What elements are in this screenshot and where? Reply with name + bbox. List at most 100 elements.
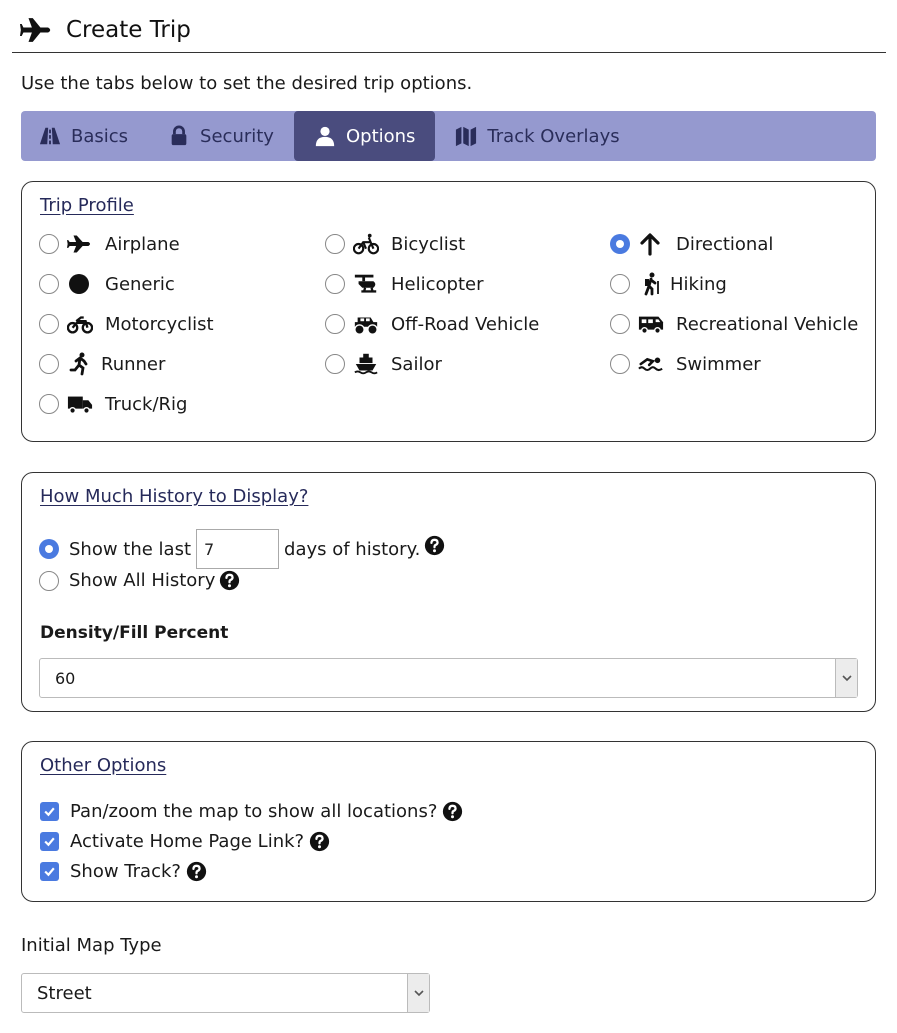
circle-icon xyxy=(69,274,89,294)
tab-label: Options xyxy=(345,125,416,147)
helicopter-icon xyxy=(354,274,377,293)
profile-option-helicopter[interactable]: Helicopter xyxy=(325,271,483,297)
home-page-link-label: Activate Home Page Link? xyxy=(70,831,305,852)
motorcycle-icon xyxy=(67,316,93,334)
days-input[interactable] xyxy=(196,529,280,569)
show-last-suffix: days of history. xyxy=(284,538,421,560)
tab-label: Security xyxy=(200,125,274,147)
chevron-down-icon xyxy=(413,990,424,997)
pan-zoom-label: Pan/zoom the map to show all locations? xyxy=(70,801,438,822)
help-icon[interactable] xyxy=(309,831,330,852)
truck-icon xyxy=(67,396,93,414)
home-page-link-checkbox[interactable] xyxy=(40,832,59,851)
radio-button[interactable] xyxy=(39,234,59,254)
show-all-row: Show All History xyxy=(39,570,240,591)
radio-button[interactable] xyxy=(610,314,630,334)
density-select[interactable]: 60 xyxy=(39,658,858,698)
radio-button[interactable] xyxy=(39,314,59,334)
profile-option-hiking[interactable]: Hiking xyxy=(610,271,727,297)
page-title: Create Trip xyxy=(66,17,191,43)
tab-label: Track Overlays xyxy=(487,125,620,147)
option-show-track: Show Track? xyxy=(40,861,207,882)
density-dropdown-arrow[interactable] xyxy=(835,659,857,697)
profile-option-bicyclist[interactable]: Bicyclist xyxy=(325,231,465,257)
checkmark-icon xyxy=(44,807,55,817)
radio-button[interactable] xyxy=(610,354,630,374)
tab-track-overlays[interactable]: Track Overlays xyxy=(435,111,637,161)
radio-button[interactable] xyxy=(610,274,630,294)
history-panel: How Much History to Display? Show the la… xyxy=(21,472,876,712)
map-type-select[interactable]: Street xyxy=(21,973,430,1013)
profile-option-sailor[interactable]: Sailor xyxy=(325,351,442,377)
chevron-down-icon xyxy=(841,675,852,682)
radio-button[interactable] xyxy=(610,234,630,254)
help-icon[interactable] xyxy=(219,570,240,591)
show-all-label: Show All History xyxy=(69,570,216,591)
show-last-radio[interactable] xyxy=(39,539,59,559)
intro-text: Use the tabs below to set the desired tr… xyxy=(21,73,473,94)
road-icon xyxy=(39,127,61,145)
tab-basics[interactable]: Basics xyxy=(21,111,148,161)
map-type-dropdown-arrow[interactable] xyxy=(407,974,429,1012)
tab-options[interactable]: Options xyxy=(293,111,436,161)
profile-option-swimmer[interactable]: Swimmer xyxy=(610,351,761,377)
map-icon xyxy=(456,126,477,147)
profile-option-off-road-vehicle[interactable]: Off-Road Vehicle xyxy=(325,311,539,337)
tab-bar: Basics Security Options Track Overlays xyxy=(21,111,876,161)
profile-label: Truck/Rig xyxy=(105,393,188,415)
profile-option-directional[interactable]: Directional xyxy=(610,231,773,257)
density-label: Density/Fill Percent xyxy=(40,623,229,643)
rv-icon xyxy=(638,316,664,334)
radio-button[interactable] xyxy=(39,274,59,294)
show-track-label: Show Track? xyxy=(70,861,181,882)
show-track-checkbox[interactable] xyxy=(40,862,59,881)
profile-label: Directional xyxy=(676,233,774,255)
profile-option-motorcyclist[interactable]: Motorcyclist xyxy=(39,311,214,337)
help-icon[interactable] xyxy=(442,801,463,822)
profile-label: Swimmer xyxy=(676,353,761,375)
show-all-radio[interactable] xyxy=(39,570,59,591)
profile-label: Helicopter xyxy=(391,273,484,295)
runner-icon xyxy=(69,352,88,376)
show-last-row: Show the last days of history. xyxy=(39,529,445,569)
profile-option-recreational-vehicle[interactable]: Recreational Vehicle xyxy=(610,311,858,337)
option-pan-zoom: Pan/zoom the map to show all locations? xyxy=(40,801,463,822)
profile-label: Hiking xyxy=(670,273,727,295)
arrow-up-icon xyxy=(640,233,660,256)
radio-button[interactable] xyxy=(325,354,345,374)
radio-button[interactable] xyxy=(325,234,345,254)
profile-option-runner[interactable]: Runner xyxy=(39,351,165,377)
help-icon[interactable] xyxy=(186,861,207,882)
help-icon[interactable] xyxy=(424,535,445,556)
profile-label: Off-Road Vehicle xyxy=(391,313,540,335)
map-type-value: Street xyxy=(37,982,92,1004)
radio-button[interactable] xyxy=(39,394,59,414)
map-type-label: Initial Map Type xyxy=(21,935,162,956)
profile-option-truck-rig[interactable]: Truck/Rig xyxy=(39,391,187,417)
history-title: How Much History to Display? xyxy=(40,486,309,507)
radio-button[interactable] xyxy=(39,354,59,374)
hiking-icon xyxy=(644,272,659,296)
other-options-panel: Other Options Pan/zoom the map to show a… xyxy=(21,741,876,902)
other-options-title: Other Options xyxy=(40,755,167,776)
user-icon xyxy=(315,126,335,147)
page-header: Create Trip xyxy=(12,8,886,53)
lock-icon xyxy=(171,125,187,146)
show-last-prefix: Show the last xyxy=(69,538,192,560)
profile-label: Bicyclist xyxy=(391,233,466,255)
radio-button[interactable] xyxy=(325,314,345,334)
pan-zoom-checkbox[interactable] xyxy=(40,802,59,821)
airplane-icon xyxy=(20,18,51,42)
profile-label: Generic xyxy=(105,273,175,295)
profile-label: Airplane xyxy=(105,233,180,255)
radio-button[interactable] xyxy=(325,274,345,294)
density-value: 60 xyxy=(55,668,76,688)
profile-label: Recreational Vehicle xyxy=(676,313,859,335)
profile-option-generic[interactable]: Generic xyxy=(39,271,175,297)
trip-profile-panel: Trip Profile Airplane Generic Motorcycli… xyxy=(21,181,876,442)
ship-icon xyxy=(354,353,378,375)
bicycle-icon xyxy=(353,233,379,255)
tab-security[interactable]: Security xyxy=(148,111,294,161)
profile-option-airplane[interactable]: Airplane xyxy=(39,231,180,257)
profile-label: Motorcyclist xyxy=(105,313,214,335)
